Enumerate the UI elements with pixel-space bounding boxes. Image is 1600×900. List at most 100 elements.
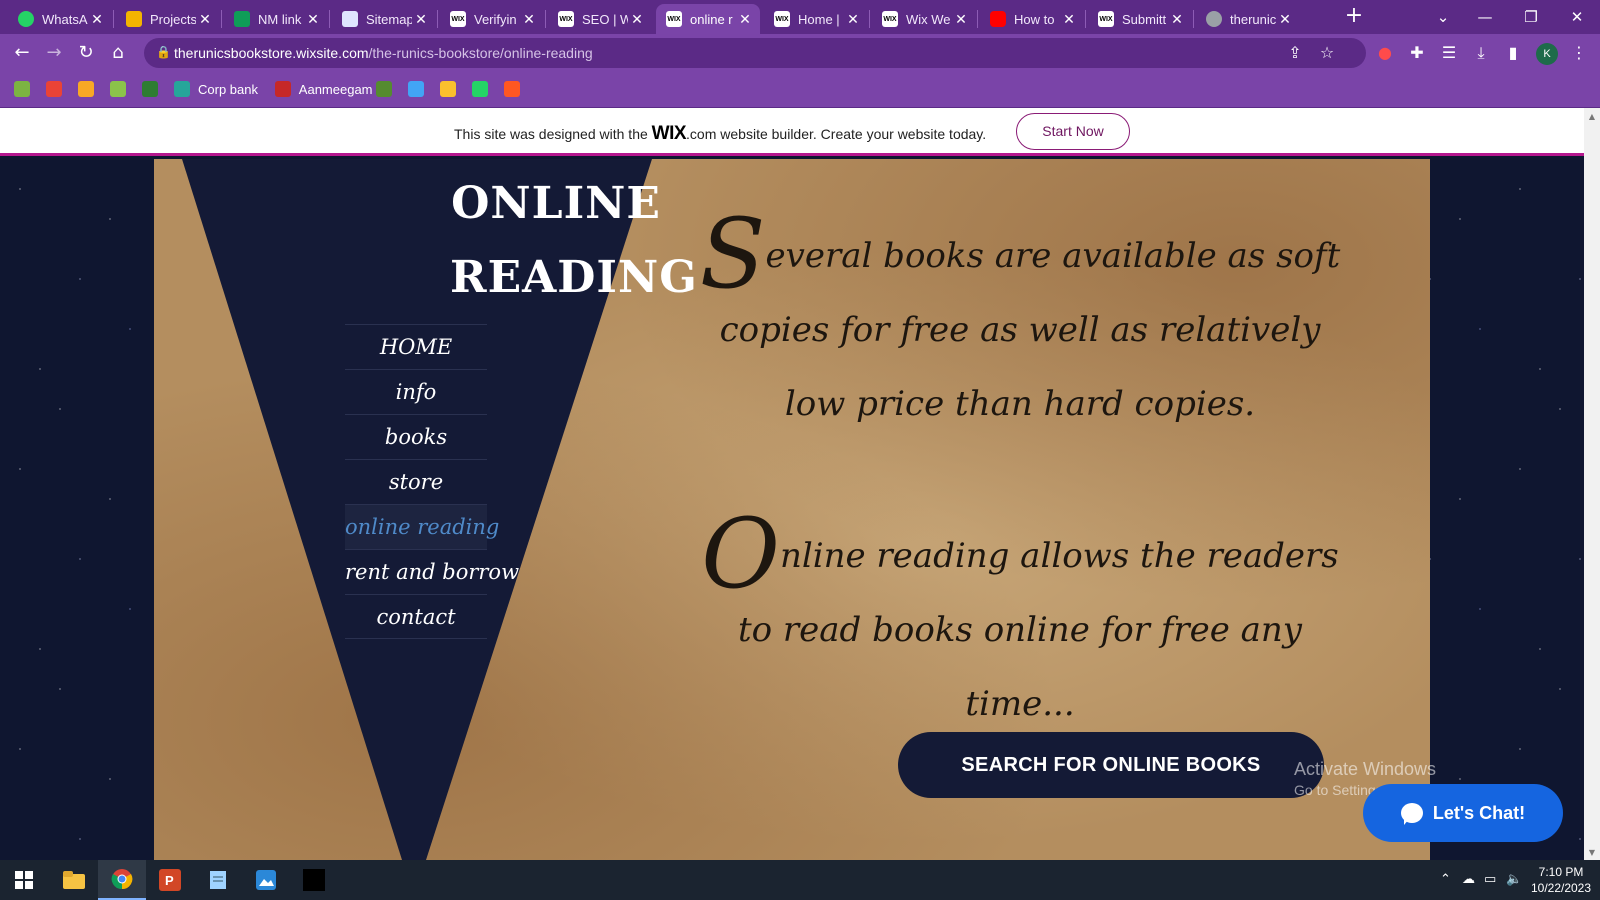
volume-icon[interactable]: 🔈 [1506,872,1522,887]
tray-chevron-icon[interactable]: ⌃ [1440,872,1451,887]
tab-separator [1193,10,1194,28]
browser-tab[interactable]: WIX SEO | W ✕ [548,4,652,34]
site-nav-online-reading[interactable]: online reading [345,504,499,549]
site-nav-home[interactable]: HOME [345,324,487,369]
tab-search-chevron-icon[interactable]: ⌄ [1420,4,1466,30]
start-now-button[interactable]: Start Now [1016,113,1130,150]
media-queue-icon[interactable]: ☰ [1438,42,1460,64]
site-nav-info[interactable]: info [345,369,487,414]
address-bar[interactable]: 🔒 therunicsbookstore.wixsite.com/the-run… [144,38,1366,68]
tab-close-icon[interactable]: ✕ [304,11,322,28]
tab-close-icon[interactable]: ✕ [1276,11,1294,28]
bookmark-item[interactable] [503,81,520,97]
download-icon[interactable]: ⤓ [1470,42,1492,64]
browser-tab[interactable]: WhatsA ✕ [8,4,112,34]
page-scrollbar[interactable]: ▲ ▼ [1584,108,1600,860]
tab-close-icon[interactable]: ✕ [88,11,106,28]
wix-icon: WIX [1098,11,1114,27]
onedrive-cloud-icon[interactable]: ☁ [1462,872,1475,887]
bookmark-item[interactable] [407,81,424,97]
bank-icon [174,81,190,97]
restore-button[interactable]: ❐ [1508,4,1554,30]
wix-icon: WIX [882,11,898,27]
tab-title: Projects [150,11,196,27]
windows-start-icon[interactable] [0,860,48,900]
scroll-down-arrow-icon[interactable]: ▼ [1584,848,1600,857]
terminal-icon[interactable] [290,860,338,900]
browser-tab[interactable]: How to ✕ [980,4,1084,34]
tab-close-icon[interactable]: ✕ [412,11,430,28]
reload-button[interactable]: ↻ [74,41,98,65]
tab-close-icon[interactable]: ✕ [844,11,862,28]
file-explorer-icon[interactable] [50,860,98,900]
side-panel-icon[interactable]: ▮ [1502,42,1524,64]
wix-logo: WIX [651,123,687,144]
extension-red-icon[interactable]: ● [1374,42,1396,64]
browser-tab[interactable]: WIX Verifyin ✕ [440,4,544,34]
minimize-button[interactable]: — [1462,4,1508,30]
bookmark-item[interactable]: Corp bank [174,81,258,97]
powerpoint-icon[interactable]: P [146,860,194,900]
tab-separator [1085,10,1086,28]
bookmark-item[interactable] [439,81,456,97]
tab-close-icon[interactable]: ✕ [1168,11,1186,28]
browser-tab[interactable]: WIX online r ✕ [656,4,760,34]
bookmark-item[interactable]: Aanmeegam [274,81,373,97]
chrome-taskbar-icon[interactable] [98,860,146,900]
bookmark-star-icon[interactable]: ☆ [1316,42,1338,64]
bookmark-item[interactable] [110,81,126,97]
site-nav-contact[interactable]: contact [345,594,487,639]
tab-close-icon[interactable]: ✕ [628,11,646,28]
scroll-up-arrow-icon[interactable]: ▲ [1584,112,1600,121]
tab-close-icon[interactable]: ✕ [1060,11,1078,28]
tab-close-icon[interactable]: ✕ [952,11,970,28]
lock-icon[interactable]: 🔒 [156,45,171,59]
tab-title: NM link [258,11,302,27]
browser-tab[interactable]: NM link ✕ [224,4,328,34]
tab-close-icon[interactable]: ✕ [196,11,214,28]
lets-chat-button[interactable]: Let's Chat! [1363,784,1563,842]
profile-avatar[interactable]: K [1536,43,1558,65]
browser-tab[interactable]: WIX Submitt ✕ [1088,4,1192,34]
browser-tab[interactable]: WIX Home | ✕ [764,4,868,34]
home-button[interactable]: ⌂ [106,41,130,65]
browser-tab[interactable]: Projects ✕ [116,4,220,34]
forward-button[interactable]: → [42,41,66,65]
photos-icon[interactable] [242,860,290,900]
share-icon[interactable]: ⇪ [1284,42,1306,64]
notepad-icon[interactable] [194,860,242,900]
tab-close-icon[interactable]: ✕ [520,11,538,28]
wix-icon: WIX [774,11,790,27]
site-nav-books[interactable]: books [345,414,487,459]
bookmark-icon-1 [14,81,30,97]
bookmark-item[interactable] [142,81,158,97]
bookmark-item[interactable] [14,81,30,97]
tab-title: Home | [798,11,840,27]
menu-kebab-icon[interactable]: ⋮ [1568,42,1590,64]
new-tab-button[interactable]: + [1342,5,1366,29]
windows-taskbar: P ⌃ ☁ ▭ 🔈 7:10 PM 10/22/2023 [0,860,1600,900]
bookmark-item[interactable] [375,81,392,97]
url-text[interactable]: therunicsbookstore.wixsite.com/the-runic… [174,45,593,61]
site-nav-store[interactable]: store [345,459,487,504]
bookmark-item[interactable] [471,81,488,97]
tab-title: Submitt [1122,11,1167,27]
browser-tab-strip: WhatsA ✕ Projects ✕ NM link ✕ Sitemap ✕ WIX Verif… [0,0,1600,34]
system-clock[interactable]: 7:10 PM 10/22/2023 [1526,864,1596,896]
extensions-puzzle-icon[interactable]: ✚ [1406,42,1428,64]
browser-tab[interactable]: WIX Wix We ✕ [872,4,976,34]
bookmark-item[interactable] [78,81,94,97]
wix-icon: WIX [558,11,574,27]
browser-tab[interactable]: Sitemap ✕ [332,4,436,34]
bookmarks-bar: Corp bank Aanmeegam [0,72,1600,108]
search-online-books-button[interactable]: SEARCH FOR ONLINE BOOKS [898,732,1324,798]
tab-close-icon[interactable]: ✕ [736,11,754,28]
bookmark-item[interactable] [46,81,62,97]
close-window-button[interactable]: ✕ [1554,4,1600,30]
browser-tab[interactable]: therunic ✕ [1196,4,1300,34]
intro-paragraph: Several books are available as soft copi… [699,198,1341,424]
network-icon[interactable]: ▭ [1484,872,1496,887]
site-nav-rent-and-borrow[interactable]: rent and borrow [345,549,519,594]
back-button[interactable]: ← [10,41,34,65]
site-navigation: HOME info books store online reading rent and… [345,324,519,639]
